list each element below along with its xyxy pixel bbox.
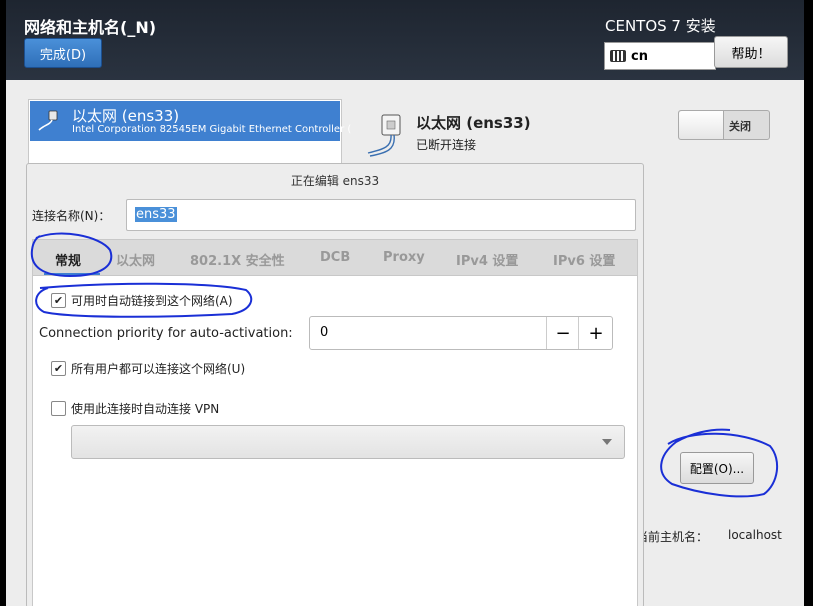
tab-dcb[interactable]: DCB (320, 250, 350, 265)
connection-name-label: 连接名称(N)： (32, 209, 111, 223)
list-item-name: 以太网 (ens33) (72, 107, 180, 125)
hostname-label: 当前主机名： (636, 530, 709, 544)
priority-stepper[interactable]: 0 − + (309, 316, 613, 350)
help-button[interactable]: 帮助！ (714, 36, 788, 68)
keyboard-icon (610, 50, 626, 62)
list-item-description: Intel Corporation 82545EM Gigabit Ethern… (72, 124, 352, 135)
all-users-label: 所有用户都可以连接这个网络(U) (71, 362, 246, 376)
tab-proxy[interactable]: Proxy (383, 250, 425, 265)
keyboard-layout-label: cn (631, 48, 648, 64)
list-item[interactable]: 以太网 (ens33) Intel Corporation 82545EM Gi… (30, 101, 351, 141)
tab-bar: 常规 以太网 802.1X 安全性 DCB Proxy IPv4 设置 IPv6… (32, 239, 638, 276)
ethernet-icon (38, 110, 58, 131)
installer-window: 网络和主机名(_N) 完成(D) CENTOS 7 安装 cn 帮助！ 以太网 … (6, 0, 804, 606)
tab-ipv4-settings[interactable]: IPv4 设置 (456, 250, 518, 269)
device-name: 以太网 (ens33) (416, 114, 531, 132)
auto-connect-checkbox[interactable]: ✔ (51, 293, 66, 308)
done-button[interactable]: 完成(D) (24, 38, 102, 68)
vpn-select[interactable] (71, 425, 625, 459)
auto-connect-checkbox-row[interactable]: ✔ 可用时自动链接到这个网络(A) (51, 292, 233, 309)
chevron-down-icon (602, 439, 612, 445)
vpn-checkbox-row[interactable]: 使用此连接时自动连接 VPN (51, 400, 219, 417)
edit-connection-dialog: 正在编辑 ens33 连接名称(N)： ens33 常规 以太网 802.1X … (26, 163, 644, 606)
configure-button[interactable]: 配置(O)... (680, 452, 754, 484)
all-users-checkbox[interactable]: ✔ (51, 361, 66, 376)
tab-general[interactable]: 常规 (55, 250, 81, 269)
network-device-list: 以太网 (ens33) Intel Corporation 82545EM Gi… (28, 99, 351, 165)
increment-button[interactable]: + (578, 317, 613, 349)
connection-name-value: ens33 (135, 207, 177, 222)
priority-value[interactable]: 0 (320, 325, 328, 340)
device-status: 已断开连接 (416, 138, 477, 152)
ethernet-cable-icon (367, 114, 401, 157)
page-title: 网络和主机名(_N) (24, 18, 157, 37)
vpn-checkbox[interactable] (51, 401, 66, 416)
keyboard-layout-indicator[interactable]: cn (604, 42, 716, 70)
toggle-label: 关闭 (729, 120, 751, 133)
decrement-button[interactable]: − (546, 317, 579, 349)
connection-name-input[interactable]: ens33 (126, 199, 636, 231)
device-toggle-switch[interactable]: 关闭 (678, 110, 770, 140)
dialog-title: 正在编辑 ens33 (290, 174, 380, 188)
hostname-value: localhost (728, 528, 782, 542)
all-users-checkbox-row[interactable]: ✔ 所有用户都可以连接这个网络(U) (51, 360, 245, 377)
tab-8021x-security[interactable]: 802.1X 安全性 (190, 250, 285, 269)
install-title: CENTOS 7 安装 (605, 17, 716, 35)
priority-label: Connection priority for auto-activation: (39, 326, 293, 341)
tab-ethernet[interactable]: 以太网 (116, 250, 155, 269)
toggle-knob (679, 111, 724, 139)
tab-ipv6-settings[interactable]: IPv6 设置 (553, 250, 615, 269)
vpn-label: 使用此连接时自动连接 VPN (71, 402, 220, 416)
auto-connect-label: 可用时自动链接到这个网络(A) (71, 294, 233, 308)
top-bar: 网络和主机名(_N) 完成(D) CENTOS 7 安装 cn 帮助！ (6, 0, 804, 80)
